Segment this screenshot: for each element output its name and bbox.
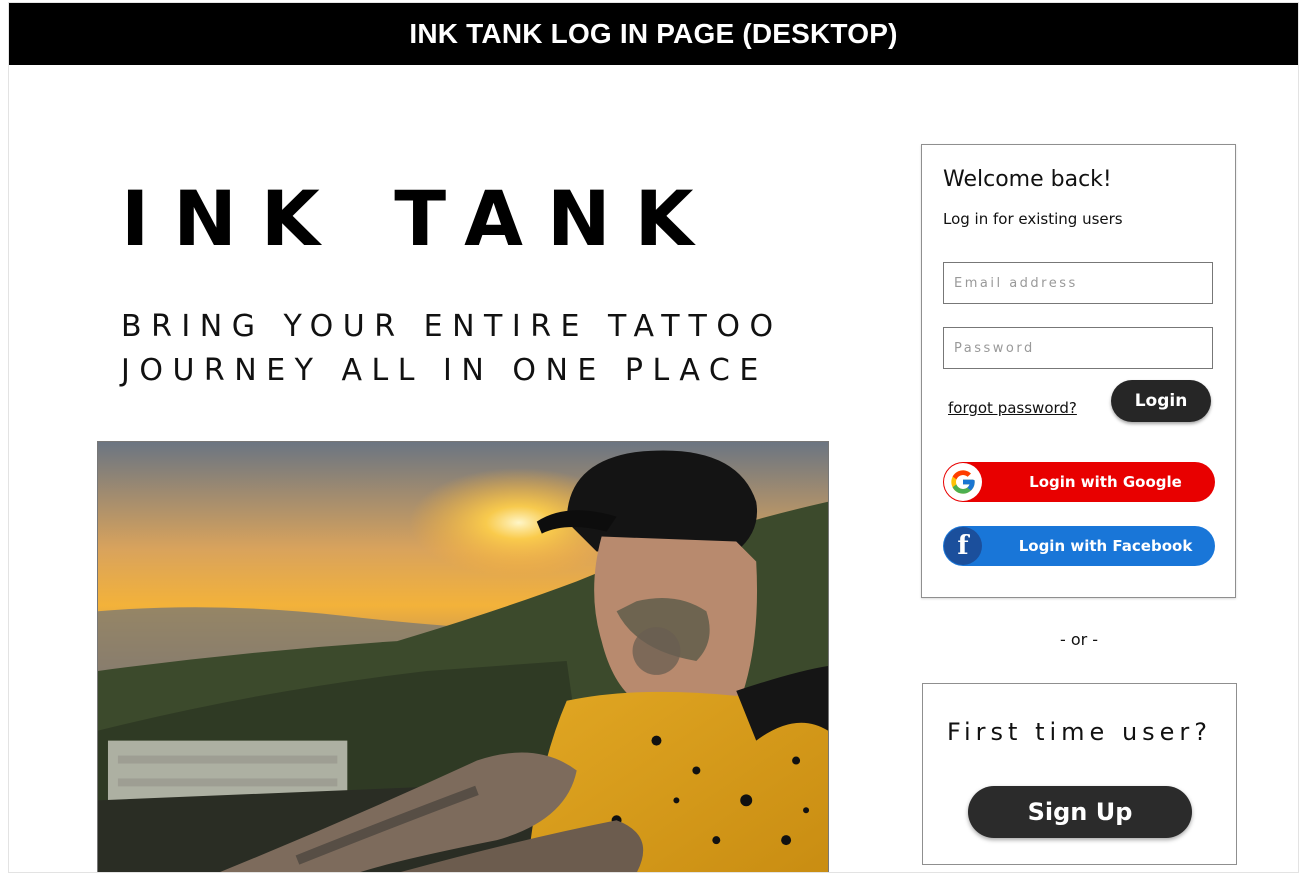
tagline-line-2: JOURNEY ALL IN ONE PLACE: [121, 353, 768, 388]
google-button-label: Login with Google: [1029, 473, 1182, 491]
welcome-heading: Welcome back!: [943, 167, 1112, 192]
google-logo-icon: [944, 463, 982, 501]
facebook-button-label: Login with Facebook: [1018, 537, 1193, 555]
hero-image: [97, 441, 829, 872]
signup-card: First time user? Sign Up: [922, 683, 1237, 865]
first-time-user-prompt: First time user?: [946, 718, 1213, 746]
brand-tagline: BRING YOUR ENTIRE TATTOO JOURNEY ALL IN …: [121, 305, 821, 393]
page-frame: INK TANK LOG IN PAGE (DESKTOP) INK TANK …: [8, 2, 1299, 873]
email-input[interactable]: [943, 262, 1213, 304]
brand-title: INK TANK: [121, 174, 718, 263]
page-banner: INK TANK LOG IN PAGE (DESKTOP): [9, 3, 1298, 65]
or-separator: - or -: [1059, 630, 1099, 649]
login-subtitle: Log in for existing users: [943, 210, 1123, 228]
login-with-facebook-button[interactable]: f Login with Facebook: [943, 526, 1215, 566]
hero-photo-illustration: [98, 442, 828, 872]
login-button[interactable]: Login: [1111, 380, 1211, 422]
password-input[interactable]: [943, 327, 1213, 369]
facebook-logo-icon: f: [944, 527, 982, 565]
sign-up-button[interactable]: Sign Up: [968, 786, 1192, 838]
login-card: Welcome back! Log in for existing users …: [921, 144, 1236, 598]
tagline-line-1: BRING YOUR ENTIRE TATTOO: [121, 309, 783, 344]
page-banner-title: INK TANK LOG IN PAGE (DESKTOP): [409, 18, 898, 49]
forgot-password-link[interactable]: forgot password?: [948, 399, 1077, 417]
login-with-google-button[interactable]: Login with Google: [943, 462, 1215, 502]
